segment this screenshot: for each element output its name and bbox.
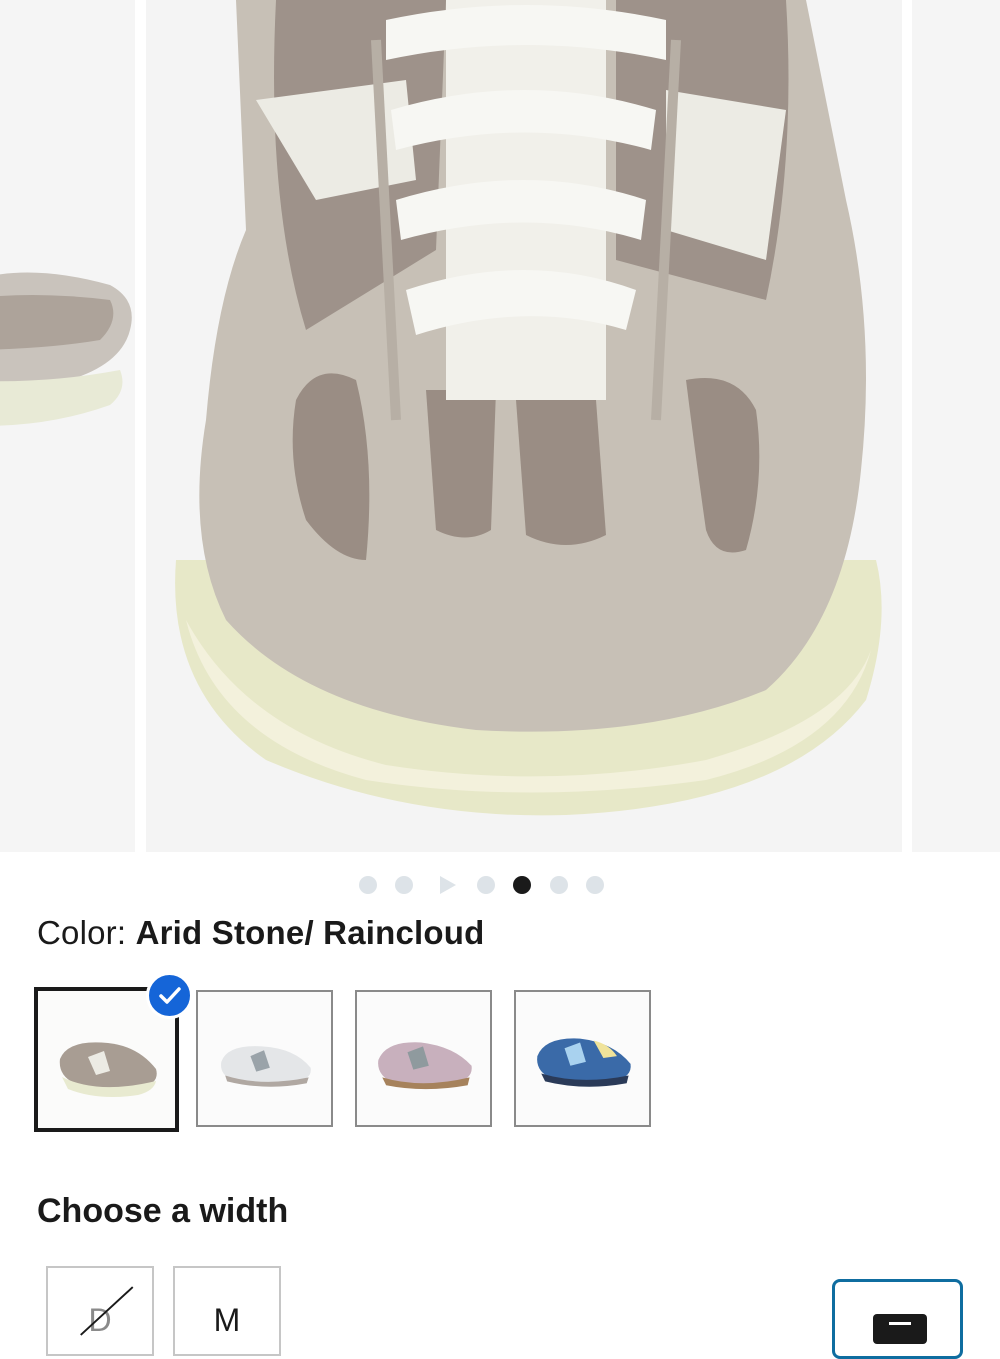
color-label: Color: [37, 914, 127, 951]
pagination-dot[interactable] [359, 876, 377, 894]
color-swatch-pink-grey[interactable] [355, 990, 492, 1127]
color-swatch-blue-navy[interactable] [514, 990, 651, 1127]
unavailable-slash-icon [80, 1286, 134, 1336]
color-value: Arid Stone/ Raincloud [135, 914, 485, 951]
play-icon[interactable] [440, 876, 456, 894]
gallery-image-next[interactable] [912, 0, 1000, 852]
pagination-dot[interactable] [477, 876, 495, 894]
width-section-title: Choose a width [37, 1192, 289, 1230]
chat-icon [873, 1314, 927, 1344]
width-option-label: M [213, 1302, 241, 1338]
gallery-image-main[interactable] [146, 0, 902, 852]
color-swatch-white-grey[interactable] [196, 990, 333, 1127]
pagination-dot[interactable] [586, 876, 604, 894]
pagination-dot-active[interactable] [513, 876, 531, 894]
width-option-m[interactable]: M [173, 1266, 281, 1356]
pagination-dot[interactable] [550, 876, 568, 894]
color-selection-label: Color: Arid Stone/ Raincloud [37, 914, 485, 952]
chat-button[interactable] [832, 1279, 963, 1359]
product-image-gallery[interactable] [0, 0, 1000, 852]
width-option-d-unavailable[interactable]: D [46, 1266, 154, 1356]
pagination-dot[interactable] [395, 876, 413, 894]
gallery-image-previous[interactable] [0, 0, 135, 852]
gallery-pagination [0, 876, 1000, 896]
check-icon [146, 972, 193, 1019]
